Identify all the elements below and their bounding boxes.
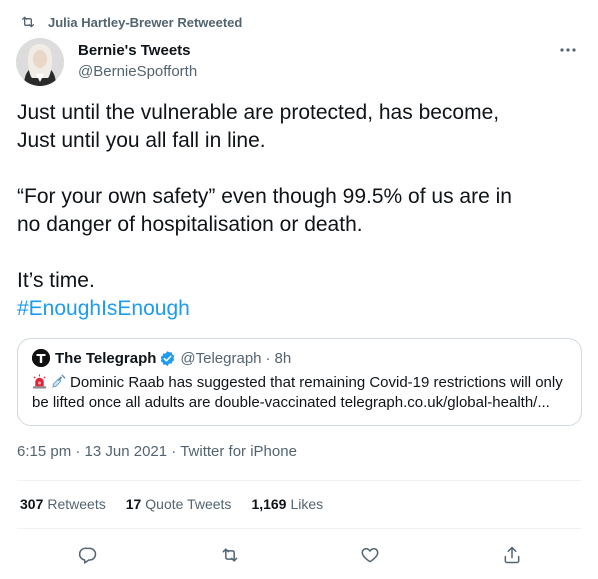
likes-stat[interactable]: 1,169 Likes bbox=[251, 496, 323, 512]
retweet-button[interactable] bbox=[216, 541, 244, 569]
share-button[interactable] bbox=[498, 541, 526, 569]
hashtag-link[interactable]: #EnoughIsEnough bbox=[17, 297, 190, 320]
share-icon bbox=[504, 546, 520, 564]
tweet-time[interactable]: 6:15 pm bbox=[17, 443, 71, 460]
syringe-emoji bbox=[51, 374, 66, 389]
like-icon bbox=[361, 548, 379, 563]
quoted-author-handle: @Telegraph bbox=[180, 349, 262, 367]
retweets-count: 307 bbox=[20, 496, 44, 512]
quoted-line: be lifted once all adults are double-vac… bbox=[32, 394, 550, 411]
like-button[interactable] bbox=[356, 541, 384, 569]
tweet-line: no danger of hospitalisation or death. bbox=[17, 213, 363, 236]
tweet-line: Just until you all fall in line. bbox=[17, 129, 266, 152]
more-options-button[interactable] bbox=[558, 40, 578, 60]
reply-icon bbox=[78, 547, 97, 564]
avatar[interactable] bbox=[16, 38, 64, 86]
likes-label: Likes bbox=[290, 496, 324, 512]
divider bbox=[17, 528, 581, 529]
likes-count: 1,169 bbox=[251, 496, 287, 512]
quoted-author-name: The Telegraph bbox=[55, 349, 157, 367]
retweet-icon bbox=[22, 16, 34, 28]
quote-tweets-count: 17 bbox=[125, 496, 142, 512]
quoted-line: Dominic Raab has suggested that remainin… bbox=[70, 374, 563, 391]
quoted-tweet[interactable]: The Telegraph @Telegraph · 8h Dominic Ra… bbox=[17, 338, 582, 426]
quote-tweets-label: Quote Tweets bbox=[145, 496, 232, 512]
retweets-stat[interactable]: 307 Retweets bbox=[20, 496, 106, 512]
tweet-line: It’s time. bbox=[17, 269, 95, 292]
quote-tweets-stat[interactable]: 17 Quote Tweets bbox=[126, 496, 232, 512]
tweet-source[interactable]: Twitter for iPhone bbox=[180, 443, 297, 460]
author-handle[interactable]: @BernieSpofforth bbox=[78, 62, 197, 82]
tweet-date[interactable]: 13 Jun 2021 bbox=[85, 443, 168, 460]
separator: · bbox=[75, 443, 81, 460]
tweet-author: Bernie's Tweets @BernieSpofforth bbox=[16, 38, 582, 88]
reply-button[interactable] bbox=[74, 541, 102, 569]
engagement-stats: 307 Retweets 17 Quote Tweets 1,169 Likes bbox=[20, 496, 343, 512]
author-display-name[interactable]: Bernie's Tweets bbox=[78, 41, 197, 61]
siren-emoji bbox=[32, 374, 47, 389]
separator: · bbox=[265, 349, 271, 367]
retweets-label: Retweets bbox=[47, 496, 106, 512]
tweet-text: Just until the vulnerable are protected,… bbox=[17, 99, 577, 323]
tweet-line: “For your own safety” even though 99.5% … bbox=[17, 185, 512, 208]
retweet-notice[interactable]: Julia Hartley-Brewer Retweeted bbox=[20, 12, 242, 32]
action-bar bbox=[0, 541, 598, 569]
more-horizontal-icon bbox=[560, 48, 576, 52]
quoted-text: Dominic Raab has suggested that remainin… bbox=[32, 373, 572, 413]
separator: · bbox=[171, 443, 177, 460]
tweet-metadata: 6:15 pm · 13 Jun 2021 · Twitter for iPho… bbox=[17, 443, 297, 460]
telegraph-avatar bbox=[32, 349, 50, 367]
quoted-time: 8h bbox=[274, 349, 292, 367]
divider bbox=[17, 480, 581, 481]
retweet-notice-text: Julia Hartley-Brewer Retweeted bbox=[48, 14, 243, 30]
tweet-line: Just until the vulnerable are protected,… bbox=[17, 101, 500, 124]
retweet-icon bbox=[222, 548, 238, 562]
verified-badge-icon bbox=[161, 350, 175, 366]
